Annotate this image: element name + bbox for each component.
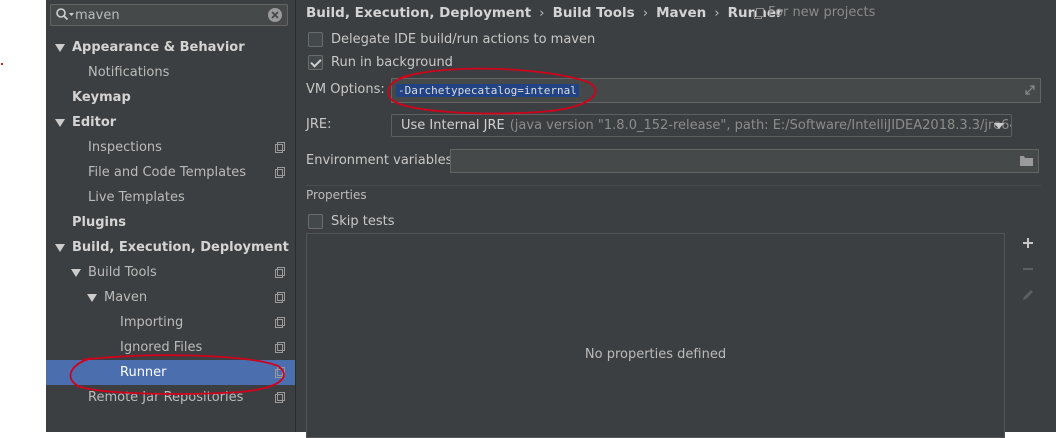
sidebar-item[interactable]: Live Templates [46,185,295,210]
sidebar-item[interactable]: Ignored Files [46,335,295,360]
edit-icon [1023,290,1033,300]
breadcrumb: Build, Execution, Deployment › Build Tools… [306,4,783,22]
sidebar-item-label: File and Code Templates [88,165,246,180]
sidebar-item[interactable]: Keymap [46,85,295,110]
background-label: Run in background [331,54,453,70]
remove-icon [1023,268,1033,270]
delegate-checkbox[interactable] [308,31,323,47]
project-scope-icon [275,142,285,153]
search-icon [56,8,74,21]
background-option[interactable]: Run in background [308,53,453,71]
delegate-label: Delegate IDE build/run actions to maven [331,31,596,47]
sidebar-item-label: Runner [120,365,167,380]
runner-settings-panel: Build, Execution, Deployment › Build Tools… [296,0,1056,438]
settings-tree: Appearance & Behavior Notifications Keymap… [46,35,295,410]
chevron-down-icon[interactable] [994,123,1004,129]
breadcrumb-separator: › [539,5,545,21]
sidebar-item-label: Inspections [88,140,162,155]
sidebar-item-label: Ignored Files [120,340,203,355]
sidebar-item-label: Remote Jar Repositories [88,390,244,405]
breadcrumb-item[interactable]: Build Tools [553,5,635,21]
folder-icon[interactable] [1019,155,1034,167]
stray-mark [1,63,3,65]
sidebar-item-label: Maven [104,290,148,305]
breadcrumb-item[interactable]: Build, Execution, Deployment [306,5,531,21]
sidebar-item[interactable]: Importing [46,310,295,335]
env-label: Environment variables: [306,153,457,168]
breadcrumb-separator: › [714,5,720,21]
sidebar-item-label: Live Templates [88,190,185,205]
env-variables-input[interactable] [450,149,1039,173]
skip-tests-checkbox[interactable] [308,213,323,229]
remove-property-button[interactable] [1016,258,1040,280]
chevron-down-icon[interactable] [55,119,65,127]
settings-sidebar: maven Appearance & Behavior Notifications… [46,0,296,432]
settings-dialog: maven Appearance & Behavior Notifications… [46,0,1056,438]
skip-tests-option[interactable]: Skip tests [308,212,395,230]
project-scope-icon [275,167,285,178]
sidebar-item-label: Plugins [72,215,126,230]
sidebar-item[interactable]: Runner [46,360,295,385]
sidebar-item[interactable]: Notifications [46,60,295,85]
project-scope-icon [275,367,285,378]
project-scope-icon [754,7,764,19]
search-input[interactable]: maven [75,8,267,23]
expand-icon[interactable] [1024,84,1036,96]
jre-label: JRE: [306,117,332,132]
scope-indicator: For new projects [754,4,875,22]
sidebar-item[interactable]: Plugins [46,210,295,235]
jre-select[interactable]: Use Internal JRE (java version "1.8.0_15… [391,114,1012,137]
delegate-option[interactable]: Delegate IDE build/run actions to maven [308,30,595,48]
skip-tests-label: Skip tests [331,213,395,229]
sidebar-item[interactable]: Appearance & Behavior [46,35,295,60]
scope-label: For new projects [768,5,876,20]
background-checkbox[interactable] [308,54,323,70]
project-scope-icon [275,392,285,403]
sidebar-item[interactable]: Remote Jar Repositories [46,385,295,410]
empty-properties-text: No properties defined [584,347,727,362]
chevron-down-icon[interactable] [87,294,97,302]
sidebar-item-label: Build, Execution, Deployment [72,240,289,255]
breadcrumb-separator: › [642,5,649,21]
project-scope-icon [275,342,285,353]
sidebar-item-label: Appearance & Behavior [72,40,245,55]
separator [306,185,1041,186]
chevron-down-icon[interactable] [55,244,65,252]
sidebar-item-label: Editor [72,115,117,130]
sidebar-item[interactable]: Build, Execution, Deployment [46,235,295,260]
add-property-button[interactable] [1016,232,1040,254]
jre-selected: Use Internal JRE [401,118,505,133]
breadcrumb-item[interactable]: Maven [656,5,706,21]
add-icon [1023,238,1033,248]
vm-options-input[interactable]: -Darchetypecatalog=internal [391,78,1041,103]
sidebar-item-label: Notifications [88,65,170,80]
sidebar-item-label: Importing [120,315,184,330]
settings-search[interactable]: maven [50,4,288,26]
sidebar-item[interactable]: Maven [46,285,295,310]
vm-options-value: -Darchetypecatalog=internal [396,84,579,97]
project-scope-icon [275,292,285,303]
sidebar-item[interactable]: File and Code Templates [46,160,295,185]
chevron-down-icon[interactable] [71,269,81,277]
properties-table[interactable]: No properties defined [306,233,1005,438]
sidebar-item-label: Keymap [72,90,131,105]
sidebar-item[interactable]: Editor [46,110,295,135]
project-scope-icon [275,267,285,278]
project-scope-icon [275,317,285,328]
clear-icon[interactable] [267,7,283,23]
sidebar-item[interactable]: Inspections [46,135,295,160]
chevron-down-icon[interactable] [55,44,65,52]
properties-title: Properties [306,188,367,202]
vm-options-label: VM Options: [306,82,385,97]
jre-detail: (java version "1.8.0_152-release", path:… [509,118,1012,133]
sidebar-item[interactable]: Build Tools [46,260,295,285]
edit-property-button[interactable] [1016,284,1040,306]
sidebar-item-label: Build Tools [88,265,157,280]
